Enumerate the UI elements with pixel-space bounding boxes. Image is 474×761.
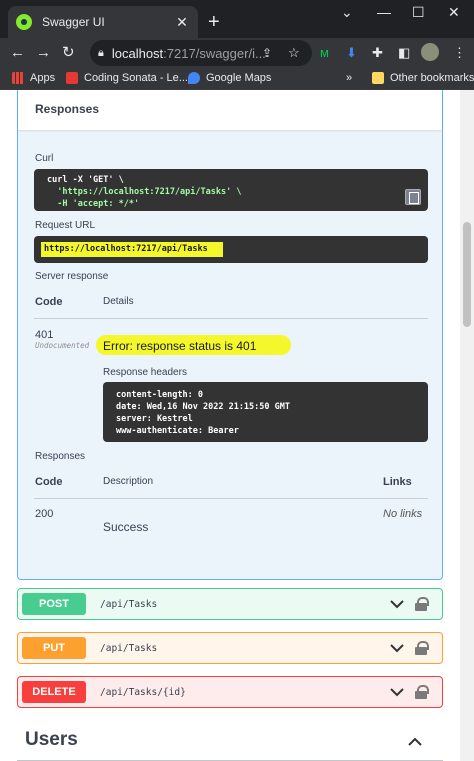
side-panel-icon[interactable]: ◧ bbox=[398, 44, 410, 62]
back-arrow-icon[interactable]: ← bbox=[10, 44, 25, 62]
bookmark-label: Coding Sonata - Le... bbox=[84, 72, 188, 84]
details-column-header: Details bbox=[103, 296, 134, 307]
browser-tab[interactable]: Swagger UI ✕ bbox=[8, 6, 198, 38]
response-header-line: date: Wed,16 Nov 2022 21:15:50 GMT bbox=[116, 402, 290, 412]
share-icon[interactable]: ⇪ bbox=[262, 44, 272, 62]
post-endpoint-path: /api/Tasks bbox=[100, 598, 158, 610]
extensions-puzzle-icon[interactable]: ✚ bbox=[372, 44, 383, 62]
divider bbox=[34, 318, 428, 319]
put-method-badge: PUT bbox=[22, 637, 86, 659]
url-path: :7217/swagger/i... bbox=[163, 45, 266, 61]
swagger-page: Responses Curl curl -X 'GET' \ 'https://… bbox=[0, 90, 460, 761]
lock-icon[interactable] bbox=[415, 641, 429, 655]
tab-close-icon[interactable]: ✕ bbox=[174, 14, 190, 31]
profile-avatar[interactable] bbox=[421, 43, 439, 61]
chevron-up-icon[interactable] bbox=[407, 734, 423, 750]
responses-header: Responses bbox=[18, 90, 442, 130]
no-links-text: No links bbox=[383, 508, 423, 520]
put-endpoint-path: /api/Tasks bbox=[100, 642, 158, 654]
window-close-button[interactable]: ✕ bbox=[448, 4, 460, 21]
responses-links-header: Links bbox=[383, 476, 412, 488]
lock-icon[interactable]: 🔒︎ bbox=[98, 47, 104, 60]
response-header-line: server: Kestrel bbox=[116, 414, 193, 424]
responses-description-header: Description bbox=[103, 476, 154, 487]
divider bbox=[34, 498, 428, 499]
browser-menu-icon[interactable]: ⋮ bbox=[453, 44, 466, 62]
request-url-box[interactable]: https://localhost:7217/api/Tasks bbox=[34, 236, 428, 263]
chevron-down-icon[interactable] bbox=[389, 640, 405, 656]
bookmark-google-maps[interactable]: Google Maps bbox=[188, 72, 271, 84]
lock-icon[interactable] bbox=[415, 685, 429, 699]
response-header-line: www-authenticate: Bearer bbox=[116, 426, 239, 436]
bookmark-label: Other bookmarks bbox=[390, 72, 474, 84]
response-header-line: content-length: 0 bbox=[116, 390, 203, 400]
responses-title: Responses bbox=[35, 102, 100, 116]
copy-to-clipboard-icon[interactable] bbox=[405, 189, 421, 205]
maximize-button[interactable]: ☐ bbox=[412, 4, 425, 21]
get-operation-block: Responses Curl curl -X 'GET' \ 'https://… bbox=[17, 90, 443, 580]
new-tab-button[interactable]: + bbox=[208, 12, 220, 32]
google-maps-icon bbox=[188, 72, 200, 84]
response-headers-label: Response headers bbox=[103, 367, 187, 378]
chevron-down-icon[interactable] bbox=[389, 684, 405, 700]
page-scrollbar[interactable] bbox=[460, 90, 474, 761]
tab-search-icon[interactable]: ⌄ bbox=[341, 4, 353, 21]
minimize-button[interactable]: — bbox=[377, 4, 391, 20]
curl-command: curl -X 'GET' \ 'https://localhost:7217/… bbox=[47, 175, 242, 209]
extension-download-icon[interactable]: ⬇ bbox=[346, 44, 357, 62]
undocumented-label: Undocumented bbox=[35, 341, 90, 350]
responses-section-label: Responses bbox=[35, 451, 86, 462]
bookmarks-bar: Apps Coding Sonata - Le... Google Maps »… bbox=[0, 68, 474, 90]
users-section-title: Users bbox=[25, 729, 78, 750]
apps-grid-icon bbox=[12, 72, 24, 84]
extension-m-icon[interactable]: ᴍ bbox=[320, 44, 329, 62]
other-bookmarks-folder[interactable]: Other bookmarks bbox=[372, 72, 474, 84]
bookmark-star-icon[interactable]: ☆ bbox=[288, 44, 300, 62]
bookmark-label: Google Maps bbox=[206, 72, 272, 84]
success-code: 200 bbox=[35, 508, 54, 520]
responses-code-header: Code bbox=[35, 476, 63, 488]
error-message: Error: response status is 401 bbox=[103, 339, 257, 353]
code-column-header: Code bbox=[35, 296, 63, 308]
post-tasks-operation[interactable]: POST /api/Tasks bbox=[17, 588, 443, 620]
more-bookmarks-chevron-icon[interactable]: » bbox=[346, 72, 352, 84]
forward-arrow-icon[interactable]: → bbox=[36, 44, 51, 62]
lock-icon[interactable] bbox=[415, 597, 429, 611]
post-method-badge: POST bbox=[22, 593, 86, 615]
bookmark-coding-sonata[interactable]: Coding Sonata - Le... bbox=[66, 72, 188, 84]
delete-task-operation[interactable]: DELETE /api/Tasks/{id} bbox=[17, 676, 443, 708]
bookmark-apps[interactable]: Apps bbox=[12, 72, 55, 84]
request-url-label: Request URL bbox=[35, 220, 96, 231]
browser-toolbar: ← → ↻ 🔒︎ localhost :7217/swagger/i... ⇪ … bbox=[0, 38, 474, 68]
scrollbar-thumb[interactable] bbox=[463, 222, 471, 327]
browser-tab-strip: Swagger UI ✕ + ⌄ — ☐ ✕ bbox=[0, 0, 474, 38]
coding-sonata-icon bbox=[66, 72, 78, 84]
curl-code-block[interactable]: curl -X 'GET' \ 'https://localhost:7217/… bbox=[34, 169, 428, 211]
tab-title: Swagger UI bbox=[42, 15, 105, 29]
bookmark-label: Apps bbox=[30, 72, 56, 84]
folder-icon bbox=[372, 72, 384, 84]
success-description: Success bbox=[103, 520, 149, 534]
response-headers-block[interactable]: content-length: 0 date: Wed,16 Nov 2022 … bbox=[103, 382, 428, 442]
reload-icon[interactable]: ↻ bbox=[62, 44, 75, 62]
put-tasks-operation[interactable]: PUT /api/Tasks bbox=[17, 632, 443, 664]
curl-label: Curl bbox=[35, 153, 54, 164]
swagger-favicon-icon bbox=[16, 14, 32, 30]
server-response-label: Server response bbox=[35, 271, 109, 282]
address-bar[interactable]: 🔒︎ localhost :7217/swagger/i... bbox=[90, 40, 312, 66]
delete-endpoint-path: /api/Tasks/{id} bbox=[100, 686, 186, 698]
request-url-value: https://localhost:7217/api/Tasks bbox=[41, 242, 223, 257]
chevron-down-icon[interactable] bbox=[389, 596, 405, 612]
delete-method-badge: DELETE bbox=[22, 681, 86, 703]
url-host: localhost bbox=[111, 45, 164, 61]
response-code: 401 bbox=[35, 329, 54, 341]
users-section-header[interactable]: Users bbox=[17, 720, 443, 761]
